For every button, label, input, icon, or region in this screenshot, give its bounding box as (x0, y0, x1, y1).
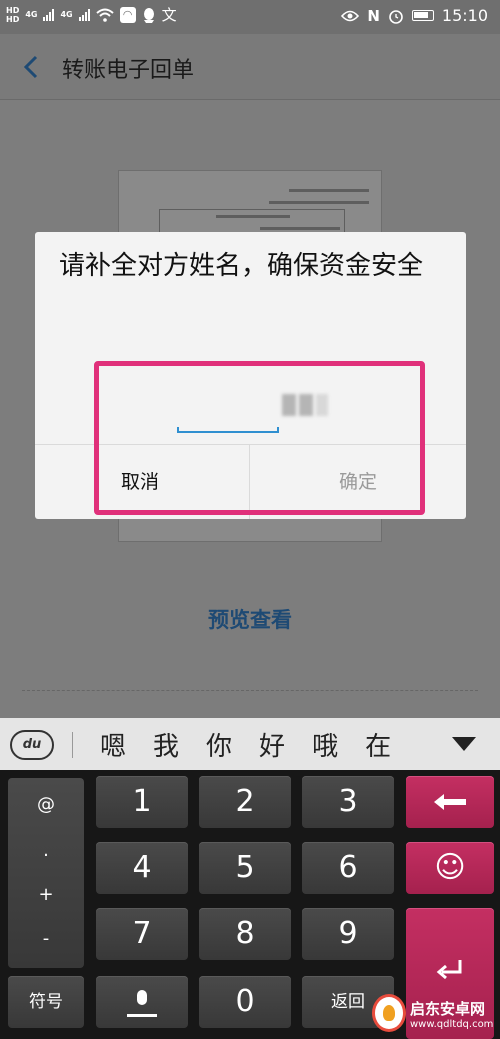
key-8[interactable]: 8 (199, 908, 291, 960)
symbols-key[interactable]: 符号 (8, 976, 84, 1028)
ime-candidate-bar: du 嗯 我 你 好 哦 在 (0, 718, 500, 770)
divider (72, 732, 73, 758)
voice-input-key[interactable] (96, 976, 188, 1028)
confirm-button[interactable]: 确定 (250, 445, 466, 519)
backspace-key[interactable] (406, 776, 494, 828)
back-arrow-icon[interactable] (18, 52, 46, 82)
candidate-word[interactable]: 好 (259, 726, 285, 763)
enter-icon (436, 960, 462, 980)
divider (22, 690, 478, 691)
key-2[interactable]: 2 (199, 776, 291, 828)
key-5[interactable]: 5 (199, 842, 291, 894)
symbol-key[interactable]: - (8, 928, 84, 949)
candidate-word[interactable]: 你 (206, 726, 232, 763)
battery-icon (411, 10, 434, 21)
wifi-icon (95, 8, 114, 22)
candidate-word[interactable]: 在 (365, 726, 391, 763)
candidate-word[interactable]: 我 (153, 726, 179, 763)
key-3[interactable]: 3 (302, 776, 394, 828)
hd-badge: HD (6, 14, 20, 24)
app-header: 转账电子回单 (0, 34, 500, 100)
key-9[interactable]: 9 (302, 908, 394, 960)
surname-input[interactable] (177, 427, 279, 433)
watermark: 启东安卓网 www.qdltdq.com (368, 990, 500, 1039)
watermark-name: 启东安卓网 (410, 1000, 486, 1018)
symbol-column[interactable]: @ . + - (8, 778, 84, 968)
microphone-icon (127, 990, 157, 1017)
collapse-keyboard-icon[interactable] (452, 737, 476, 751)
qq-icon (143, 7, 154, 23)
network-type: 4G (60, 10, 73, 19)
watermark-logo-icon (372, 994, 406, 1032)
app-icon: ◠ (119, 6, 136, 23)
key-0[interactable]: 0 (199, 976, 291, 1028)
emoji-key[interactable]: ☺ (406, 842, 494, 894)
key-1[interactable]: 1 (96, 776, 188, 828)
symbol-key[interactable]: . (8, 840, 84, 861)
page-title: 转账电子回单 (62, 58, 195, 83)
baidu-ime-logo[interactable]: du (10, 730, 54, 760)
dialog-message: 请补全对方姓名，确保资金安全 (59, 251, 424, 281)
clock: 15:10 (441, 6, 488, 25)
alarm-icon (389, 9, 403, 24)
translate-icon: 文 (161, 6, 177, 24)
name-confirm-dialog: 请补全对方姓名，确保资金安全 取消 确定 (35, 232, 466, 519)
status-bar: HD HD 4G 4G ◠ 文 N 15:10 (0, 0, 500, 34)
nfc-icon: N (367, 6, 380, 25)
signal-icon (78, 8, 90, 21)
symbol-key[interactable]: + (8, 884, 84, 905)
network-type: 4G (25, 10, 38, 19)
candidate-word[interactable]: 嗯 (100, 726, 126, 763)
signal-icon (43, 8, 55, 21)
candidate-word[interactable]: 哦 (312, 726, 338, 763)
backspace-icon (434, 794, 466, 810)
key-4[interactable]: 4 (96, 842, 188, 894)
eye-icon (341, 10, 360, 21)
masked-name (282, 394, 328, 416)
watermark-url: www.qdltdq.com (410, 1019, 494, 1030)
hd-badge: HD (6, 5, 20, 15)
cancel-button[interactable]: 取消 (35, 445, 249, 519)
key-7[interactable]: 7 (96, 908, 188, 960)
key-6[interactable]: 6 (302, 842, 394, 894)
preview-link[interactable]: 预览查看 (0, 604, 500, 634)
symbol-key[interactable]: @ (8, 794, 84, 815)
